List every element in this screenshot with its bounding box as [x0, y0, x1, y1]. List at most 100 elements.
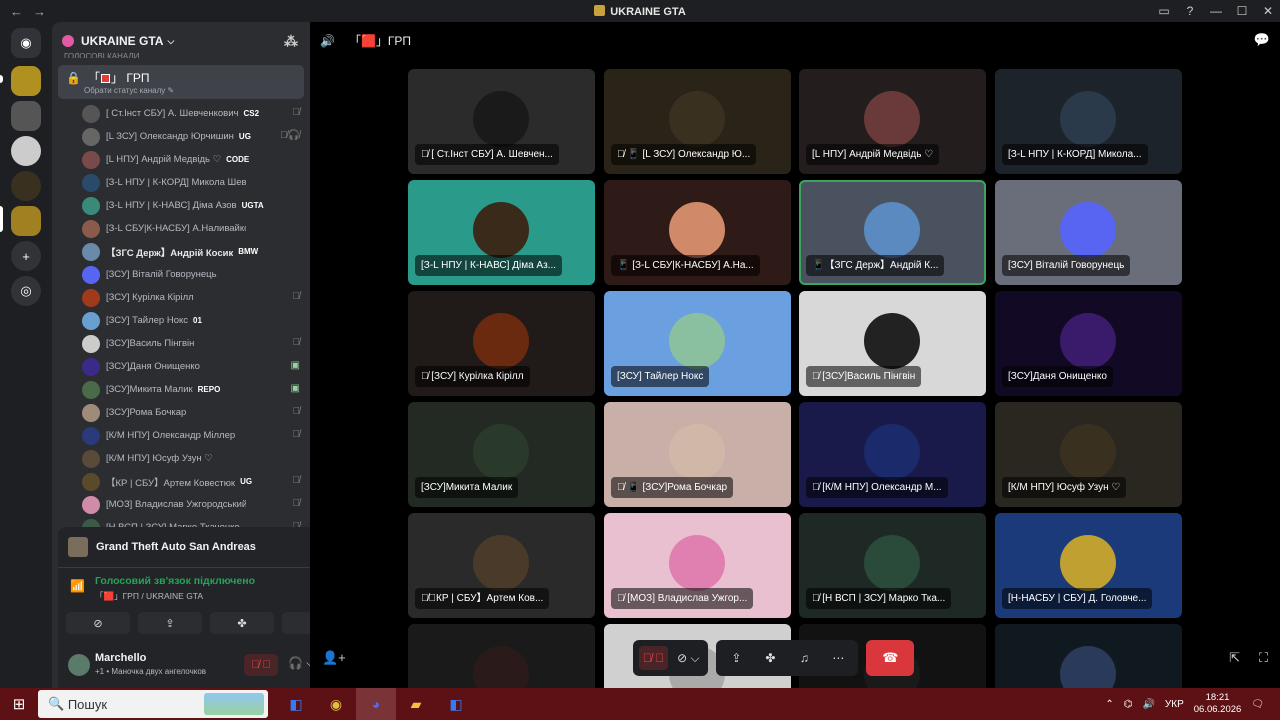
windows-start-icon[interactable]: ⊞ [0, 695, 38, 713]
participant-tile[interactable]: 🎙̸ 📱 [L ЗСУ] Олександр Ю... [604, 69, 791, 174]
participant-tile[interactable]: 🎙̸ [ЗСУ]Василь Пінгвін [799, 291, 986, 396]
leave-call-button[interactable]: ☎ [866, 640, 915, 676]
app-icon-5[interactable]: ◧ [436, 688, 476, 720]
participant-tile[interactable]: [ЗСУ] Тайлер Нокс [604, 291, 791, 396]
language-indicator[interactable]: УКР [1165, 699, 1184, 710]
participant-tile[interactable]: [З-L НПУ | К-НАВС] Діма Аз... [408, 180, 595, 285]
server-icon-2[interactable] [11, 101, 41, 131]
participant-tile[interactable]: 🎙̸ [Н ВСП | ЗСУ] Марко Тка... [799, 513, 986, 618]
discord-home-icon[interactable]: ◉ [11, 28, 41, 58]
activities-icon[interactable]: ✤ [756, 651, 784, 665]
game-activity[interactable]: Grand Theft Auto San Andreas [68, 535, 256, 559]
tray-chevron-icon[interactable]: ⌃ [1105, 699, 1113, 710]
forward-arrow-icon[interactable]: → [33, 4, 46, 19]
screen-share-button[interactable]: ⇪ [138, 612, 202, 634]
voice-member[interactable]: [З-L СБУ|К-НАСБУ] А.Наливайко [82, 217, 310, 240]
participant-tile[interactable] [408, 624, 595, 689]
voice-member[interactable]: [К/М НПУ] Юсуф Узун ♡ [82, 447, 310, 470]
server-icon-ukraine-gta[interactable] [11, 206, 41, 236]
participant-tile[interactable]: 🎙̸ [МОЗ] Владислав Ужгор... [604, 513, 791, 618]
member-name: 【КР | СБУ】Артем Ковестюк [106, 477, 236, 489]
participant-tile[interactable]: [Н-НАСБУ | СБУ] Д. Головче... [995, 513, 1182, 618]
voice-status[interactable]: Голосовий зв'язок підключено [95, 575, 255, 587]
participant-tile[interactable] [995, 624, 1182, 689]
participant-tile[interactable]: 🎙̸ [ЗСУ] Курілка Кірілл [408, 291, 595, 396]
camera-off-button[interactable]: ⊘ [66, 612, 130, 634]
muted-mic-icon: 🎙̸ [292, 107, 301, 118]
invite-people-icon[interactable]: ⁂ [284, 33, 298, 50]
participant-tile[interactable]: [L НПУ] Андрій Медвідь ♡ [799, 69, 986, 174]
participant-tile[interactable]: 📱 [З-L СБУ|К-НАСБУ] А.На... [604, 180, 791, 285]
channel-status-hint[interactable]: Обрати статус каналу ✎ [84, 86, 174, 95]
voice-member[interactable]: [Н ВСП | ЗСУ] Марко Ткаченко🎙̸ [82, 516, 310, 527]
muted-mic-icon: 🎙̸ [292, 475, 301, 486]
network-icon[interactable]: ⌬ [1124, 699, 1133, 710]
discover-icon[interactable]: ◎ [11, 276, 41, 306]
mute-mic-button[interactable]: 🎙̸ ⌵ [639, 646, 669, 670]
participant-tile[interactable]: [К/М НПУ] Юсуф Узун ♡ [995, 402, 1182, 507]
participant-tile[interactable]: 📱【ЗГС Держ】Андрій К... [799, 180, 986, 285]
voice-member[interactable]: [ЗСУ] Тайлер Нокс 01 [82, 309, 310, 332]
taskbar-search[interactable]: 🔍 Пошук [38, 690, 268, 718]
voice-member[interactable]: [ЗСУ] Віталій Говорунець [82, 263, 310, 286]
volume-icon[interactable]: 🔊 [1142, 699, 1154, 710]
discord-taskbar-icon[interactable]: ◕ [356, 688, 396, 720]
member-name: [ЗСУ] Віталій Говорунець [106, 269, 217, 280]
soundboard-icon[interactable]: ♫ [790, 651, 818, 665]
participant-tile[interactable]: [ЗСУ]Даня Онищенко [995, 291, 1182, 396]
server-icon-4[interactable] [11, 171, 41, 201]
add-server-icon[interactable]: + [11, 241, 41, 271]
activities-button[interactable]: ✤ [210, 612, 274, 634]
voice-member[interactable]: [ЗСУ]Даня Онищенко ▣ [82, 355, 310, 378]
mute-button[interactable]: 🎙̸ ⌵ [244, 654, 278, 676]
server-icon-1[interactable] [11, 66, 41, 96]
voice-member[interactable]: [L ЗСУ] Олександр Юрчишин UG 🎙̸🎧̸ [82, 125, 310, 148]
avatar[interactable] [68, 654, 90, 676]
voice-member[interactable]: [К/М НПУ] Олександр Міллер 🎙̸ [82, 424, 310, 447]
voice-member[interactable]: [З-L НПУ | К-КОРД] Микола Шевчук [82, 171, 310, 194]
maximize-button[interactable]: ☐ [1230, 4, 1254, 18]
participant-name-label: [Н-НАСБУ | СБУ] Д. Головче... [1002, 588, 1153, 609]
participant-tile[interactable]: 🎙̸ [ Ст.Інст СБУ] А. Шевчен... [408, 69, 595, 174]
notifications-icon[interactable]: 🗨 [1251, 699, 1264, 710]
voice-member[interactable]: [L НПУ] Андрій Медвідь ♡ CODE [82, 148, 310, 171]
participant-tile[interactable]: [З-L НПУ | К-КОРД] Микола... [995, 69, 1182, 174]
voice-member[interactable]: [ЗСУ]Рома Бочкар 🎙̸ [82, 401, 310, 424]
fullscreen-icon[interactable]: ⛶ [1259, 650, 1268, 666]
voice-member[interactable]: [ЗСУ]Василь Пінгвін 🎙̸ [82, 332, 310, 355]
voice-location[interactable]: 「🟥」ГРП / UKRAINE GTA [95, 590, 203, 602]
help-icon[interactable]: ? [1178, 4, 1202, 18]
participant-tile[interactable]: [ЗСУ]Микита Малик [408, 402, 595, 507]
voice-member[interactable]: 【КР | СБУ】Артем Ковестюк UG 🎙̸ [82, 470, 310, 493]
participant-avatar [473, 202, 529, 258]
camera-off-icon[interactable]: ⊘ ⌵ [674, 651, 702, 666]
participant-tile[interactable]: 🎙̸【КР | СБУ】Артем Ков... [408, 513, 595, 618]
minimize-button[interactable]: — [1204, 4, 1228, 18]
server-icon-3[interactable] [11, 136, 41, 166]
voice-member[interactable]: 【ЗГС Держ】Андрій Косик BMW [82, 240, 310, 263]
participant-tile[interactable]: 🎙̸ 📱 [ЗСУ]Рома Бочкар [604, 402, 791, 507]
participant-name-label: 🎙̸ [ЗСУ] Курілка Кірілл [415, 366, 530, 387]
back-arrow-icon[interactable]: ← [10, 4, 23, 19]
popout-icon[interactable]: ⇱ [1229, 650, 1240, 666]
voice-member[interactable]: [ЗСУ] Курілка Кірілл 🎙̸ [82, 286, 310, 309]
close-button[interactable]: ✕ [1256, 4, 1280, 18]
active-voice-channel[interactable]: 🔒 「」 ГРП Обрати статус каналу ✎ [58, 65, 304, 99]
participant-tile[interactable]: 🎙̸ [К/М НПУ] Олександр М... [799, 402, 986, 507]
chrome-icon[interactable]: ◉ [316, 688, 356, 720]
voice-member[interactable]: [ Ст.Інст СБУ] А. Шевченкович CS2 🎙̸ [82, 102, 310, 125]
voice-member[interactable]: [З-L НПУ | К-НАВС] Діма Азов UGTA [82, 194, 310, 217]
voice-member[interactable]: [ЗСУ]Микита Малик REPO ▣ [82, 378, 310, 401]
clock[interactable]: 18:21 06.06.2026 [1194, 692, 1242, 716]
participant-tile[interactable]: [ЗСУ] Віталій Говорунець [995, 180, 1182, 285]
participant-name-label: 🎙̸ [ Ст.Інст СБУ] А. Шевчен... [415, 144, 559, 165]
voice-member[interactable]: [МОЗ] Владислав Ужгородський 🎙̸ [82, 493, 310, 516]
screen-share-icon[interactable]: ⇪ [722, 651, 750, 665]
signal-icon[interactable]: 📶 [70, 579, 85, 593]
chat-bubble-icon[interactable]: 💬 [1254, 32, 1270, 48]
file-explorer-icon[interactable]: ▰ [396, 688, 436, 720]
add-member-icon[interactable]: 👤+ [322, 650, 346, 666]
app-icon-1[interactable]: ◧ [276, 688, 316, 720]
more-options-icon[interactable]: ⋯ [824, 651, 852, 665]
inbox-icon[interactable]: ▭ [1152, 4, 1176, 18]
